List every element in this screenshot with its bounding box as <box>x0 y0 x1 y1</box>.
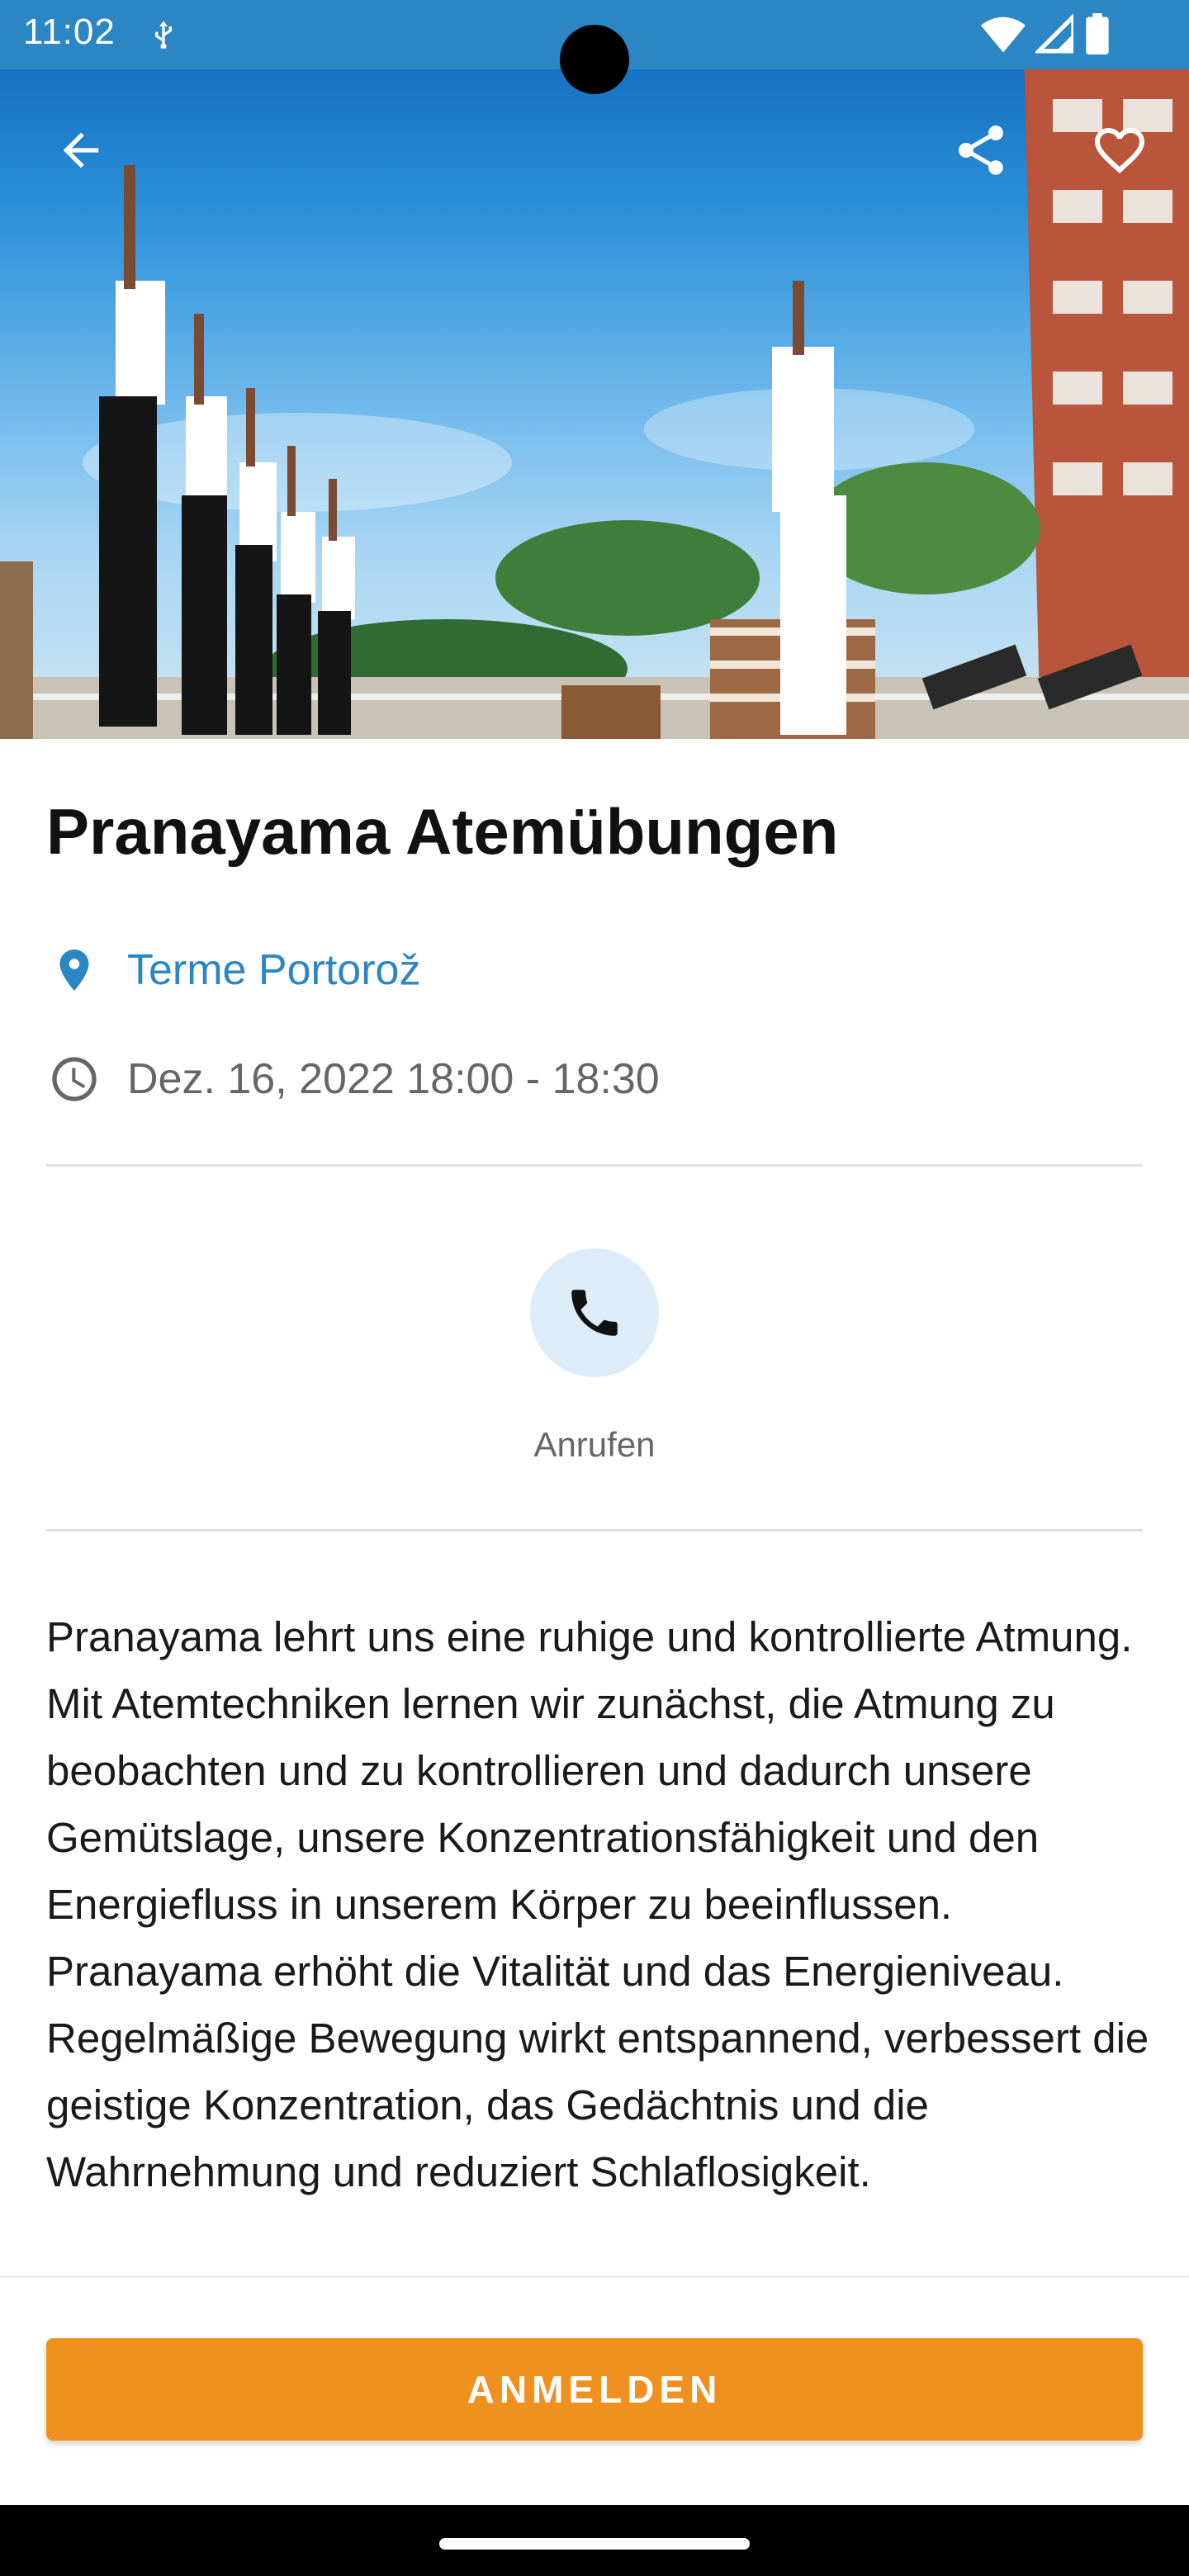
share-icon <box>959 125 1003 175</box>
datetime-row: Dez. 16, 2022 18:00 - 18:30 <box>46 1046 660 1112</box>
wifi-icon <box>981 17 1026 53</box>
event-description: Pranayama lehrt uns eine ruhige und kont… <box>46 1613 1149 2195</box>
register-button-label: ANMELDEN <box>467 2368 722 2411</box>
location-pin-icon <box>46 942 102 998</box>
battery-icon <box>1086 13 1109 54</box>
location-row[interactable]: Terme Portorož <box>46 937 420 1003</box>
arrow-back-icon <box>63 132 99 168</box>
usb-debug-icon <box>155 21 172 49</box>
divider-top <box>46 1164 1143 1167</box>
register-button[interactable]: ANMELDEN <box>46 2338 1143 2441</box>
call-button[interactable] <box>530 1248 659 1377</box>
camera-cutout <box>560 25 629 94</box>
divider-bottom <box>46 1529 1143 1532</box>
event-detail-screen: 11:02 Pranayama Atemübungen Terme Portor… <box>0 0 1189 2576</box>
signal-icon <box>1035 13 1073 54</box>
hero-image <box>0 0 1189 739</box>
phone-icon <box>571 1290 618 1336</box>
clock-icon <box>46 1051 102 1107</box>
share-button[interactable] <box>935 104 1027 197</box>
event-title: Pranayama Atemübungen <box>46 795 839 868</box>
location-link[interactable]: Terme Portorož <box>127 945 420 995</box>
call-label: Anrufen <box>533 1425 656 1464</box>
status-time: 11:02 <box>23 12 116 52</box>
gesture-handle[interactable] <box>439 2538 750 2550</box>
favorite-button[interactable] <box>1073 104 1166 197</box>
bottom-separator <box>0 2275 1189 2278</box>
event-datetime: Dez. 16, 2022 18:00 - 18:30 <box>127 1055 660 1103</box>
heart-outline-icon <box>1095 128 1144 174</box>
back-button[interactable] <box>35 104 127 197</box>
